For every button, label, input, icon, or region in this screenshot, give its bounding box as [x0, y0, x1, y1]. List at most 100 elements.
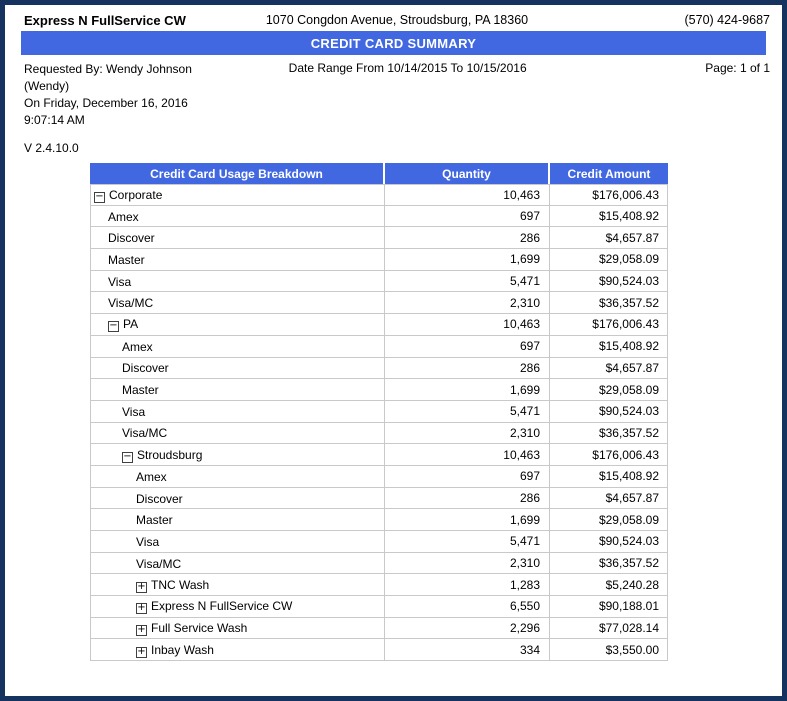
breakdown-cell: Discover — [90, 488, 385, 510]
breakdown-cell: +Full Service Wash — [90, 618, 385, 640]
row-label: Master — [108, 253, 145, 267]
breakdown-cell: Discover — [90, 358, 385, 380]
table-row: Visa/MC 2,310 $36,357.52 — [90, 553, 668, 575]
amount-cell: $29,058.09 — [550, 249, 668, 271]
row-label: Visa — [122, 405, 145, 419]
amount-cell: $90,524.03 — [550, 271, 668, 293]
amount-cell: $29,058.09 — [550, 509, 668, 531]
column-header-quantity: Quantity — [385, 163, 550, 184]
table-row: Master 1,699 $29,058.09 — [90, 379, 668, 401]
requested-by-line: Requested By: Wendy Johnson — [24, 61, 258, 78]
row-label: Corporate — [109, 188, 162, 202]
amount-cell: $3,550.00 — [550, 639, 668, 661]
breakdown-cell: −Stroudsburg — [90, 444, 385, 466]
amount-cell: $90,524.03 — [550, 531, 668, 553]
expand-icon[interactable]: + — [136, 647, 147, 658]
table-row: Discover 286 $4,657.87 — [90, 227, 668, 249]
breakdown-cell: −Corporate — [90, 184, 385, 206]
expand-icon[interactable]: + — [136, 603, 147, 614]
quantity-cell: 1,283 — [385, 574, 550, 596]
table-row: Discover 286 $4,657.87 — [90, 358, 668, 380]
amount-cell: $176,006.43 — [550, 314, 668, 336]
breakdown-cell: −PA — [90, 314, 385, 336]
column-header-credit-amount: Credit Amount — [550, 163, 668, 184]
amount-cell: $15,408.92 — [550, 466, 668, 488]
table-row: Visa 5,471 $90,524.03 — [90, 401, 668, 423]
row-label: Visa/MC — [122, 426, 167, 440]
requested-by-block: Requested By: Wendy Johnson (Wendy) On F… — [24, 61, 258, 157]
row-label: Discover — [136, 491, 183, 505]
quantity-cell: 286 — [385, 488, 550, 510]
breakdown-cell: Amex — [90, 206, 385, 228]
expand-icon[interactable]: + — [136, 582, 147, 593]
collapse-icon[interactable]: − — [94, 192, 105, 203]
table-row: +Full Service Wash 2,296 $77,028.14 — [90, 618, 668, 640]
row-label: Visa — [136, 535, 159, 549]
quantity-cell: 10,463 — [385, 184, 550, 206]
row-label: Discover — [122, 361, 169, 375]
business-address: 1070 Congdon Avenue, Stroudsburg, PA 183… — [243, 13, 550, 27]
row-label: Amex — [136, 470, 167, 484]
quantity-cell: 2,310 — [385, 553, 550, 575]
table-row: +Express N FullService CW 6,550 $90,188.… — [90, 596, 668, 618]
row-label: Stroudsburg — [137, 447, 202, 461]
amount-cell: $176,006.43 — [550, 444, 668, 466]
amount-cell: $15,408.92 — [550, 336, 668, 358]
amount-cell: $5,240.28 — [550, 574, 668, 596]
column-header-breakdown: Credit Card Usage Breakdown — [90, 163, 385, 184]
amount-cell: $90,188.01 — [550, 596, 668, 618]
page-number-label: Page: 1 of 1 — [557, 61, 770, 75]
amount-cell: $4,657.87 — [550, 227, 668, 249]
row-label: Visa/MC — [108, 296, 153, 310]
quantity-cell: 2,310 — [385, 292, 550, 314]
quantity-cell: 10,463 — [385, 444, 550, 466]
row-label: Express N FullService CW — [151, 599, 292, 613]
row-label: TNC Wash — [151, 578, 209, 592]
collapse-icon[interactable]: − — [108, 321, 119, 332]
row-label: Inbay Wash — [151, 643, 214, 657]
breakdown-cell: Visa — [90, 271, 385, 293]
breakdown-cell: Master — [90, 379, 385, 401]
requested-time: 9:07:14 AM — [24, 112, 258, 129]
quantity-cell: 334 — [385, 639, 550, 661]
quantity-cell: 1,699 — [385, 249, 550, 271]
breakdown-cell: Visa — [90, 531, 385, 553]
expand-icon[interactable]: + — [136, 625, 147, 636]
table-row: Visa 5,471 $90,524.03 — [90, 531, 668, 553]
business-phone: (570) 424-9687 — [551, 13, 770, 27]
breakdown-cell: + TNC Wash — [90, 574, 385, 596]
amount-cell: $90,524.03 — [550, 401, 668, 423]
table-row: Amex 697 $15,408.92 — [90, 336, 668, 358]
quantity-cell: 697 — [385, 206, 550, 228]
amount-cell: $29,058.09 — [550, 379, 668, 401]
report-title: CREDIT CARD SUMMARY — [311, 36, 477, 51]
amount-cell: $4,657.87 — [550, 358, 668, 380]
credit-card-usage-table: Credit Card Usage Breakdown Quantity Cre… — [90, 163, 668, 661]
table-row: Amex 697 $15,408.92 — [90, 206, 668, 228]
quantity-cell: 5,471 — [385, 271, 550, 293]
table-body: −Corporate 10,463 $176,006.43 Amex 697 $… — [90, 184, 668, 661]
table-header-row: Credit Card Usage Breakdown Quantity Cre… — [90, 163, 668, 184]
amount-cell: $36,357.52 — [550, 553, 668, 575]
quantity-cell: 697 — [385, 336, 550, 358]
quantity-cell: 10,463 — [385, 314, 550, 336]
masthead: Express N FullService CW 1070 Congdon Av… — [5, 13, 782, 28]
breakdown-cell: Amex — [90, 336, 385, 358]
table-row: Discover 286 $4,657.87 — [90, 488, 668, 510]
table-row: Visa/MC 2,310 $36,357.52 — [90, 292, 668, 314]
table-row: −PA 10,463 $176,006.43 — [90, 314, 668, 336]
quantity-cell: 2,296 — [385, 618, 550, 640]
breakdown-cell: Visa/MC — [90, 292, 385, 314]
report-table-container: Credit Card Usage Breakdown Quantity Cre… — [90, 163, 668, 661]
row-label: Amex — [122, 340, 153, 354]
amount-cell: $36,357.52 — [550, 292, 668, 314]
quantity-cell: 2,310 — [385, 423, 550, 445]
breakdown-cell: Master — [90, 509, 385, 531]
requested-date: On Friday, December 16, 2016 — [24, 95, 258, 112]
collapse-icon[interactable]: − — [122, 452, 133, 463]
requested-by-user: (Wendy) — [24, 78, 258, 95]
amount-cell: $77,028.14 — [550, 618, 668, 640]
table-row: Visa 5,471 $90,524.03 — [90, 271, 668, 293]
quantity-cell: 286 — [385, 227, 550, 249]
breakdown-cell: Discover — [90, 227, 385, 249]
